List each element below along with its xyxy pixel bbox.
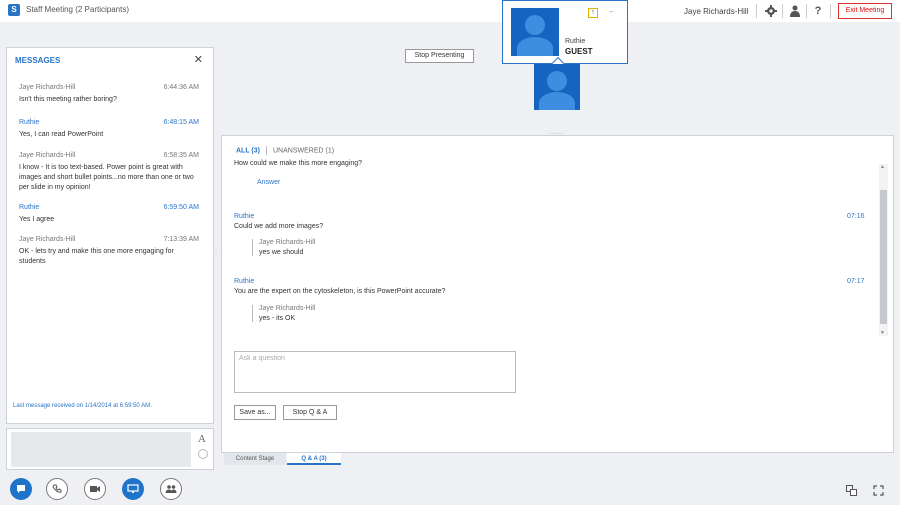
message-text: Isn't this meeting rather boring? bbox=[19, 96, 117, 103]
qa-question-text: You are the expert on the cytoskeleton, … bbox=[234, 288, 446, 295]
popup-options-dash[interactable]: – bbox=[609, 7, 613, 16]
presenter-name[interactable]: Jaye Richards-Hill bbox=[684, 7, 748, 16]
message-item: Ruthie 6:59:50 AM Yes I agree bbox=[19, 204, 199, 225]
message-item: Ruthie 6:48:15 AM Yes, I can read PowerP… bbox=[19, 119, 199, 140]
fullscreen-icon[interactable] bbox=[872, 485, 884, 497]
message-compose: A bbox=[6, 428, 214, 470]
qa-question-text: How could we make this more engaging? bbox=[234, 160, 363, 167]
qa-question-text: Could we add more images? bbox=[234, 223, 324, 230]
emoticon-icon[interactable] bbox=[198, 449, 208, 459]
tab-content-stage[interactable]: Content Stage bbox=[224, 453, 286, 465]
skype-app-icon: S bbox=[8, 4, 20, 16]
message-input[interactable] bbox=[11, 432, 191, 467]
qa-reply: Jaye Richards-Hill yes we should bbox=[252, 239, 315, 256]
message-text: Yes I agree bbox=[19, 216, 55, 223]
message-time: 6:48:15 AM bbox=[163, 119, 199, 126]
participants-icon[interactable] bbox=[160, 478, 182, 500]
qa-reply-text: yes we should bbox=[259, 249, 304, 256]
panel-resize-grip[interactable]: · · · bbox=[215, 246, 217, 258]
participant-avatar bbox=[511, 8, 559, 56]
help-icon[interactable]: ? bbox=[811, 4, 825, 18]
stage-participant-avatar[interactable] bbox=[534, 64, 580, 110]
font-icon[interactable]: A bbox=[198, 433, 206, 445]
message-time: 6:59:50 AM bbox=[163, 204, 199, 211]
message-item: Jaye Richards-Hill 6:58:35 AM I know - I… bbox=[19, 152, 199, 193]
participant-name: Ruthie bbox=[565, 38, 586, 45]
phone-icon[interactable] bbox=[46, 478, 68, 500]
last-message-status: Last message received on 1/14/2014 at 6:… bbox=[13, 403, 152, 409]
tab-all[interactable]: ALL (3) bbox=[236, 147, 260, 154]
message-text: I know - It is too text-based. Power poi… bbox=[19, 164, 194, 191]
chat-icon[interactable] bbox=[10, 478, 32, 500]
qa-asker: Ruthie bbox=[234, 213, 255, 220]
message-item: Jaye Richards-Hill 7:13:39 AM OK - lets … bbox=[19, 236, 199, 267]
messages-header: MESSAGES bbox=[15, 56, 61, 65]
stop-qa-button[interactable]: Stop Q & A bbox=[283, 405, 337, 420]
save-as-button[interactable]: Save as... bbox=[234, 405, 276, 420]
qa-time: 07:17 bbox=[847, 278, 865, 285]
close-icon[interactable]: ✕ bbox=[194, 53, 203, 66]
qa-time: 07:16 bbox=[847, 213, 865, 220]
meeting-controls bbox=[0, 470, 900, 505]
message-text: OK - lets try and make this one more eng… bbox=[19, 248, 174, 265]
qa-panel: ALL (3) UNANSWERED (1) How could we make … bbox=[221, 135, 894, 453]
message-time: 6:58:35 AM bbox=[163, 152, 199, 159]
scroll-up-icon[interactable]: ▲ bbox=[880, 164, 885, 170]
qa-question-item: Ruthie Could we add more images? bbox=[234, 213, 323, 230]
message-text: Yes, I can read PowerPoint bbox=[19, 131, 104, 138]
toolbar-divider bbox=[782, 4, 783, 18]
qa-reply-author: Jaye Richards-Hill bbox=[259, 305, 316, 312]
toolbar-divider bbox=[830, 4, 831, 18]
answer-link[interactable]: Answer bbox=[257, 179, 280, 186]
tab-qa[interactable]: Q & A (3) bbox=[287, 453, 341, 465]
qa-filter-tabs: ALL (3) UNANSWERED (1) bbox=[236, 146, 334, 155]
window-title: Staff Meeting (2 Participants) bbox=[26, 5, 130, 14]
qa-question-item: Ruthie You are the expert on the cytoske… bbox=[234, 278, 445, 295]
qa-scrollbar[interactable]: ▲ ▼ bbox=[879, 164, 888, 336]
toolbar-divider bbox=[806, 4, 807, 18]
present-icon[interactable] bbox=[122, 478, 144, 500]
qa-asker: Ruthie bbox=[234, 278, 255, 285]
video-icon[interactable] bbox=[84, 478, 106, 500]
scroll-thumb[interactable] bbox=[880, 190, 887, 324]
message-time: 7:13:39 AM bbox=[163, 236, 199, 243]
message-item: Jaye Richards-Hill 6:44:36 AM Isn't this… bbox=[19, 84, 199, 105]
qa-reply: Jaye Richards-Hill yes - its OK bbox=[252, 305, 315, 322]
messages-panel: MESSAGES ✕ Jaye Richards-Hill 6:44:36 AM… bbox=[6, 47, 214, 424]
ask-question-input[interactable] bbox=[234, 351, 516, 393]
scroll-down-icon[interactable]: ▼ bbox=[880, 330, 885, 336]
qa-reply-author: Jaye Richards-Hill bbox=[259, 239, 316, 246]
exit-meeting-button[interactable]: Exit Meeting bbox=[838, 3, 892, 19]
layout-icon[interactable] bbox=[845, 485, 857, 497]
qa-reply-text: yes - its OK bbox=[259, 315, 296, 322]
stop-presenting-button[interactable]: Stop Presenting bbox=[405, 49, 474, 63]
title-bar: S Staff Meeting (2 Participants) Jaye Ri… bbox=[0, 0, 900, 22]
toolbar-divider bbox=[756, 4, 757, 18]
qa-question-item: How could we make this more engaging? bbox=[234, 160, 362, 167]
person-icon[interactable] bbox=[788, 4, 802, 18]
tab-divider bbox=[265, 146, 267, 155]
upload-icon[interactable]: ↑ bbox=[588, 8, 598, 18]
gear-icon[interactable] bbox=[764, 4, 778, 18]
message-time: 6:44:36 AM bbox=[163, 84, 199, 91]
tab-unanswered[interactable]: UNANSWERED (1) bbox=[273, 147, 334, 154]
participant-role: GUEST bbox=[565, 47, 593, 56]
